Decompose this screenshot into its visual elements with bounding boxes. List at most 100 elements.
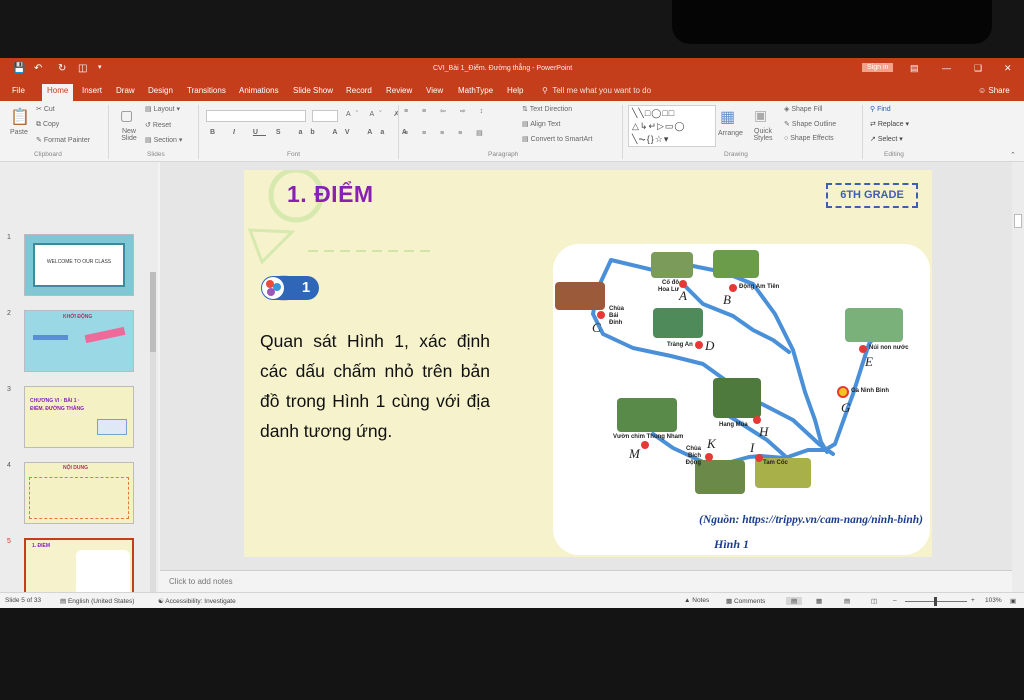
save-icon[interactable]: 💾 (13, 63, 25, 74)
align-text-label: Align Text (530, 121, 561, 128)
shape-fill-button[interactable]: ◈ Shape Fill (784, 105, 822, 113)
accessibility-status[interactable]: ☯ Accessibility: Investigate (158, 597, 236, 605)
scrollbar-thumb[interactable] (1014, 214, 1022, 228)
slide-title[interactable]: 1. ĐIỂM (287, 181, 374, 208)
slide-thumbnail-1[interactable]: WELCOME TO OUR CLASS (24, 234, 134, 296)
notes-placeholder: Click to add notes (169, 577, 233, 586)
thumbnail-text: KHỞI ĐỘNG (63, 314, 93, 320)
select-label: Select (877, 136, 898, 143)
map-point (679, 280, 687, 288)
shape-effects-button[interactable]: ○ Shape Effects (784, 135, 834, 142)
shape-outline-button[interactable]: ✎ Shape Outline (784, 120, 836, 128)
copy-button[interactable]: ⧉ Copy (36, 121, 59, 129)
place-photo (695, 460, 745, 494)
point-letter-g: G (841, 400, 851, 415)
redo-icon[interactable]: ↻ (58, 63, 66, 74)
tab-review[interactable]: Review (386, 86, 412, 95)
place-photo (555, 282, 605, 310)
shapes-gallery[interactable]: ╲╲□◯□□ △↳↵▷▭◯ ╲⏦{}☆▾ (628, 105, 716, 147)
text-direction-button[interactable]: ⇅ Text Direction (522, 105, 572, 113)
slide-canvas[interactable]: 1. ĐIỂM 6TH GRADE 1 Quan sát Hình 1, xác… (244, 170, 932, 557)
cut-button[interactable]: ✂ Cut (36, 105, 55, 113)
maximize-icon[interactable]: ❑ (974, 63, 982, 74)
place-label-b: Động Am Tiên (739, 284, 780, 290)
tab-view[interactable]: View (426, 86, 443, 95)
map-figure[interactable]: Cố đô Hoa Lư A Động Am Tiên B Chùa Bái Đ… (553, 244, 930, 555)
quick-styles-button[interactable]: Quick Styles (751, 128, 775, 142)
slide-thumbnail-3[interactable]: CHƯƠNG VI · BÀI 1 · ĐIỂM. ĐƯỜNG THẲNG (24, 386, 134, 448)
comments-button[interactable]: ▩ Comments (726, 597, 765, 605)
notes-pane[interactable]: Click to add notes (160, 570, 1012, 592)
replace-button[interactable]: ⇄ Replace ▾ (870, 120, 909, 128)
slideshow-view-icon[interactable]: ◫ (871, 597, 877, 605)
ribbon: 📋 Paste ✂ Cut ⧉ Copy ✎ Format Painter Cl… (0, 101, 1024, 162)
font-size-controls[interactable]: Aˆ Aˇ ✗ (346, 110, 404, 118)
tab-record[interactable]: Record (346, 86, 372, 95)
list-buttons[interactable]: ≡ ≡ ⇦ ⇨ ↕ (404, 107, 489, 115)
scrollbar-thumb[interactable] (150, 272, 156, 352)
alignment-buttons[interactable]: ≡ ≡ ≡ ≡ ▤ (404, 129, 489, 137)
section-button[interactable]: ▤ Section ▾ (145, 136, 182, 144)
customize-toolbar-icon[interactable]: ▾ (98, 63, 102, 71)
map-point (859, 345, 867, 353)
font-style-buttons[interactable]: B I U S ab AV Aa A (210, 129, 415, 136)
align-text-button[interactable]: ▤ Align Text (522, 120, 560, 128)
tell-me-search[interactable]: ⚲ Tell me what you want to do (542, 86, 651, 95)
find-label: Find (877, 106, 891, 113)
slide-thumbnail-5[interactable]: 1. ĐIỂM (24, 538, 134, 600)
language-status[interactable]: ▤ English (United States) (60, 597, 134, 605)
ribbon-display-options-icon[interactable]: ▤ (910, 63, 919, 74)
share-button[interactable]: ☺ Share (978, 86, 1010, 95)
zoom-level[interactable]: 103% (985, 597, 1002, 604)
tab-draw[interactable]: Draw (116, 86, 135, 95)
thumbnail-text: NỘI DUNG (63, 465, 88, 471)
tab-help[interactable]: Help (507, 86, 523, 95)
reading-view-icon[interactable]: ▤ (844, 597, 850, 605)
slide-sorter-icon[interactable]: ▦ (816, 597, 822, 605)
tab-slide-show[interactable]: Slide Show (293, 86, 333, 95)
zoom-slider-handle[interactable] (934, 597, 937, 606)
collapse-ribbon-icon[interactable]: ⌃ (1010, 151, 1016, 159)
convert-smartart-button[interactable]: ▤ Convert to SmartArt (522, 135, 592, 143)
zoom-out-icon[interactable]: – (893, 597, 897, 604)
tab-design[interactable]: Design (148, 86, 173, 95)
start-slideshow-icon[interactable]: ◫ (78, 63, 87, 74)
select-button[interactable]: ↗ Select ▾ (870, 135, 903, 143)
font-size-dropdown[interactable] (312, 110, 338, 122)
tab-transitions[interactable]: Transitions (187, 86, 226, 95)
slide-scrollbar[interactable] (1012, 162, 1024, 592)
new-slide-button[interactable]: New Slide (116, 128, 142, 142)
grade-badge[interactable]: 6TH GRADE (826, 183, 918, 208)
reset-button[interactable]: ↺ Reset (145, 121, 171, 129)
shape-outline-label: Shape Outline (791, 121, 837, 128)
divider (622, 105, 623, 159)
tab-animations[interactable]: Animations (239, 86, 279, 95)
arrange-button[interactable]: Arrange (718, 130, 743, 137)
font-name-dropdown[interactable] (206, 110, 306, 122)
tab-insert[interactable]: Insert (82, 86, 102, 95)
slide-body-text[interactable]: Quan sát Hình 1, xác định các dấu chấm n… (260, 326, 490, 446)
slide-thumbnail-4[interactable]: NỘI DUNG (24, 462, 134, 524)
paste-button[interactable]: Paste (10, 129, 28, 136)
zoom-in-icon[interactable]: + (971, 597, 975, 604)
slide-thumbnail-2[interactable]: KHỞI ĐỘNG (24, 310, 134, 372)
undo-icon[interactable]: ↶ (34, 63, 42, 74)
decorative-triangle (247, 228, 296, 265)
tab-home[interactable]: Home (42, 84, 74, 101)
minimize-icon[interactable]: — (942, 63, 951, 73)
divider (398, 105, 399, 159)
find-button[interactable]: ⚲ Find (870, 105, 891, 113)
tab-mathtype[interactable]: MathType (458, 86, 493, 95)
normal-view-icon[interactable]: ▤ (786, 597, 803, 605)
notes-button[interactable]: ▲ Notes (684, 597, 709, 604)
sign-in-button[interactable]: Sign in (862, 63, 894, 72)
fit-slide-icon[interactable]: ▣ (1010, 597, 1016, 605)
close-icon[interactable]: ✕ (1004, 63, 1012, 74)
quick-styles-icon: ▣ (754, 107, 768, 123)
layout-button[interactable]: ▤ Layout ▾ (145, 105, 180, 113)
tab-file[interactable]: File (12, 86, 25, 95)
slide-thumbnail-pane: 1 WELCOME TO OUR CLASS 2 KHỞI ĐỘNG 3 CHƯ… (0, 162, 158, 692)
new-slide-icon: ▢ (120, 107, 134, 123)
content-outline (29, 477, 129, 519)
format-painter-button[interactable]: ✎ Format Painter (36, 136, 90, 144)
